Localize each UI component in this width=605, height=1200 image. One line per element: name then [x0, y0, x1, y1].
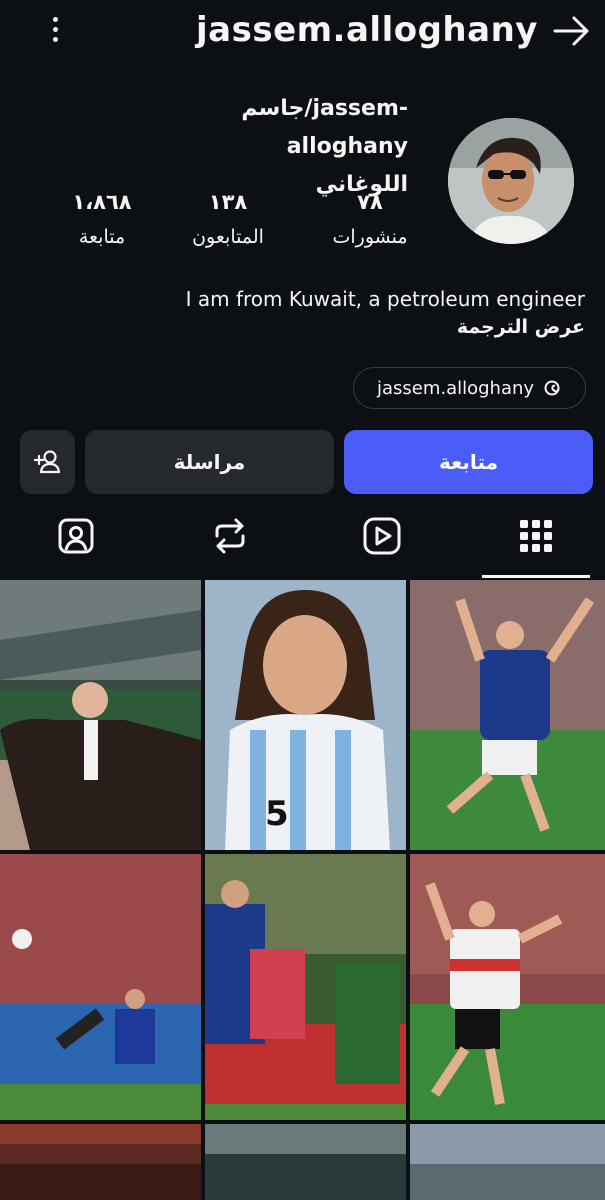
tab-reels[interactable]	[362, 514, 402, 558]
post-thumbnail[interactable]	[410, 854, 605, 1120]
full-name-line-1: جاسم/jassem-alloghany	[241, 96, 408, 159]
posts-grid: 5	[0, 580, 605, 1200]
threads-handle: jassem.alloghany	[376, 377, 535, 399]
tab-grid[interactable]	[516, 514, 556, 558]
svg-text:5: 5	[265, 794, 289, 834]
avatar[interactable]	[448, 118, 574, 244]
see-translation-link[interactable]: عرض الترجمة	[457, 316, 585, 338]
profile-username-title: jassem.alloghany	[196, 10, 538, 50]
active-tab-indicator	[482, 575, 590, 578]
top-bar: jassem.alloghany	[0, 0, 605, 62]
post-thumbnail[interactable]	[410, 1124, 605, 1200]
posts-stat[interactable]: ٧٨ منشورات	[328, 190, 412, 248]
reposts-icon	[215, 518, 245, 554]
post-thumbnail[interactable]	[205, 854, 406, 1120]
post-thumbnail[interactable]	[205, 1124, 406, 1200]
followers-stat[interactable]: ١٣٨ المتابعون	[186, 190, 270, 248]
message-button[interactable]: مراسلة	[85, 430, 334, 494]
followers-label: المتابعون	[192, 226, 264, 248]
post-thumbnail[interactable]	[0, 580, 201, 850]
tab-reposts[interactable]	[210, 514, 250, 558]
threads-badge[interactable]: jassem.alloghany	[353, 367, 586, 409]
kebab-menu-icon[interactable]	[40, 12, 70, 46]
threads-icon	[544, 380, 560, 396]
grid-icon	[520, 520, 552, 552]
bio-text: I am from Kuwait, a petroleum engineer	[185, 287, 585, 311]
post-thumbnail[interactable]	[410, 580, 605, 850]
post-thumbnail[interactable]	[0, 854, 201, 1120]
reels-icon	[363, 517, 401, 555]
posts-label: منشورات	[332, 226, 408, 248]
followers-count: ١٣٨	[208, 190, 248, 214]
profile-tabs	[0, 500, 605, 578]
suggested-users-button[interactable]	[20, 430, 75, 494]
add-user-icon	[33, 450, 60, 474]
tagged-icon	[58, 518, 94, 554]
follow-button[interactable]: متابعة	[344, 430, 593, 494]
post-thumbnail[interactable]: 5	[205, 580, 406, 850]
tab-tagged[interactable]	[56, 514, 96, 558]
profile-full-name: جاسم/jassem-alloghany اللوغاني	[148, 90, 408, 204]
post-thumbnail[interactable]	[0, 1124, 201, 1200]
following-stat[interactable]: ١،٨٦٨ متابعة	[60, 190, 144, 248]
arrow-right-icon[interactable]	[552, 14, 592, 48]
following-label: متابعة	[78, 226, 126, 248]
following-count: ١،٨٦٨	[72, 190, 132, 214]
posts-count: ٧٨	[357, 190, 383, 214]
